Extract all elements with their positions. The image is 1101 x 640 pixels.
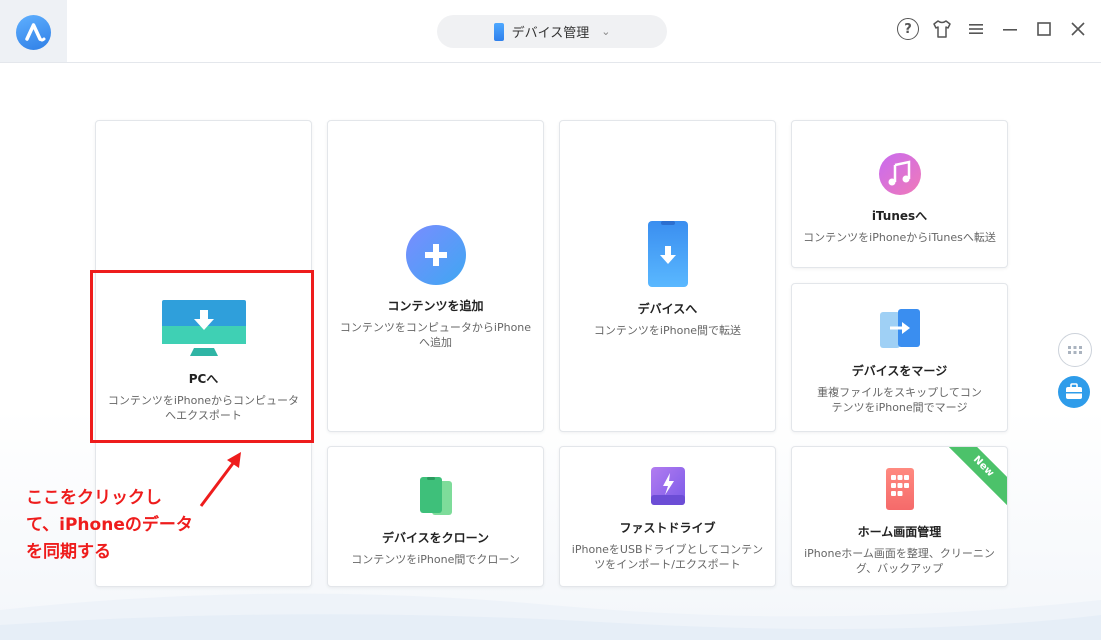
add-content-desc: コンテンツをコンピュータからiPhoneへ追加 <box>339 321 532 349</box>
minimize-icon <box>1003 29 1017 31</box>
to-itunes-desc: コンテンツをiPhoneからiTunesへ転送 <box>803 231 996 244</box>
window-controls: ? <box>897 18 1089 40</box>
add-content-card[interactable]: コンテンツを追加 コンテンツをコンピュータからiPhoneへ追加 <box>327 120 544 432</box>
help-icon: ? <box>897 18 919 40</box>
menu-button[interactable] <box>965 18 987 40</box>
clone-device-card[interactable]: デバイスをクローン コンテンツをiPhone間でクローン <box>327 446 544 587</box>
annotation-text: ここをクリックし て、iPhoneのデータ を同期する <box>26 485 193 566</box>
phone-download-icon <box>647 221 688 287</box>
clone-device-desc: コンテンツをiPhone間でクローン <box>351 553 520 566</box>
clone-phones-icon <box>419 477 452 515</box>
home-screen-desc: iPhoneホーム画面を整理、クリーニング、バックアップ <box>804 547 995 575</box>
merge-device-desc: 重複ファイルをスキップしてコンテンツをiPhone間でマージ <box>817 386 982 414</box>
home-screen-icon <box>885 468 914 510</box>
fast-drive-title: ファストドライブ <box>619 521 716 535</box>
merge-phones-icon <box>879 309 920 348</box>
to-itunes-card[interactable]: iTunesへ コンテンツをiPhoneからiTunesへ転送 <box>791 120 1008 268</box>
help-button[interactable]: ? <box>897 18 919 40</box>
annotation-arrow <box>199 452 241 507</box>
to-device-desc: コンテンツをiPhone間で転送 <box>593 324 742 337</box>
briefcase-icon <box>1066 383 1082 399</box>
clone-device-title: デバイスをクローン <box>381 531 490 545</box>
title-bar: デバイス管理 ⌄ ? <box>0 0 1101 63</box>
merge-device-card[interactable]: デバイスをマージ 重複ファイルをスキップしてコンテンツをiPhone間でマージ <box>791 283 1008 432</box>
device-manager-label: デバイス管理 <box>511 26 590 41</box>
grid-icon <box>1068 346 1082 354</box>
home-screen-title: ホーム画面管理 <box>857 525 942 539</box>
close-button[interactable] <box>1067 18 1089 40</box>
menu-icon <box>969 24 983 34</box>
annotation-line-1: ここをクリックし <box>26 488 162 508</box>
merge-device-title: デバイスをマージ <box>851 364 948 378</box>
maximize-button[interactable] <box>1033 18 1055 40</box>
device-manager-dropdown[interactable]: デバイス管理 ⌄ <box>437 15 667 48</box>
music-note-icon <box>878 153 921 195</box>
maximize-icon <box>1037 22 1051 36</box>
add-icon <box>405 225 466 285</box>
usb-drive-icon <box>650 467 685 505</box>
fast-drive-desc: iPhoneをUSBドライブとしてコンテンツをインポート/エクスポート <box>571 543 764 571</box>
to-device-title: デバイスへ <box>637 302 698 316</box>
side-grid-button[interactable] <box>1058 333 1092 367</box>
tshirt-icon <box>933 20 951 38</box>
annotation-line-2: て、iPhoneのデータ <box>26 515 193 535</box>
highlight-box <box>90 270 314 443</box>
annotation-line-3: を同期する <box>26 542 111 562</box>
close-icon <box>1071 22 1085 36</box>
to-device-card[interactable]: デバイスへ コンテンツをiPhone間で転送 <box>559 120 776 432</box>
add-content-title: コンテンツを追加 <box>387 299 484 313</box>
skin-button[interactable] <box>931 18 953 40</box>
to-itunes-title: iTunesへ <box>871 209 928 223</box>
fast-drive-card[interactable]: ファストドライブ iPhoneをUSBドライブとしてコンテンツをインポート/エク… <box>559 446 776 587</box>
app-logo-icon[interactable] <box>16 15 51 50</box>
logo-area <box>0 0 67 62</box>
side-toolkit-button[interactable] <box>1058 376 1090 408</box>
minimize-button[interactable] <box>999 18 1021 40</box>
phone-icon <box>493 22 504 41</box>
home-screen-card[interactable]: New ホーム画面管理 iPhoneホーム画面を整理、クリーニング、バックアップ <box>791 446 1008 587</box>
chevron-down-icon: ⌄ <box>601 25 611 38</box>
